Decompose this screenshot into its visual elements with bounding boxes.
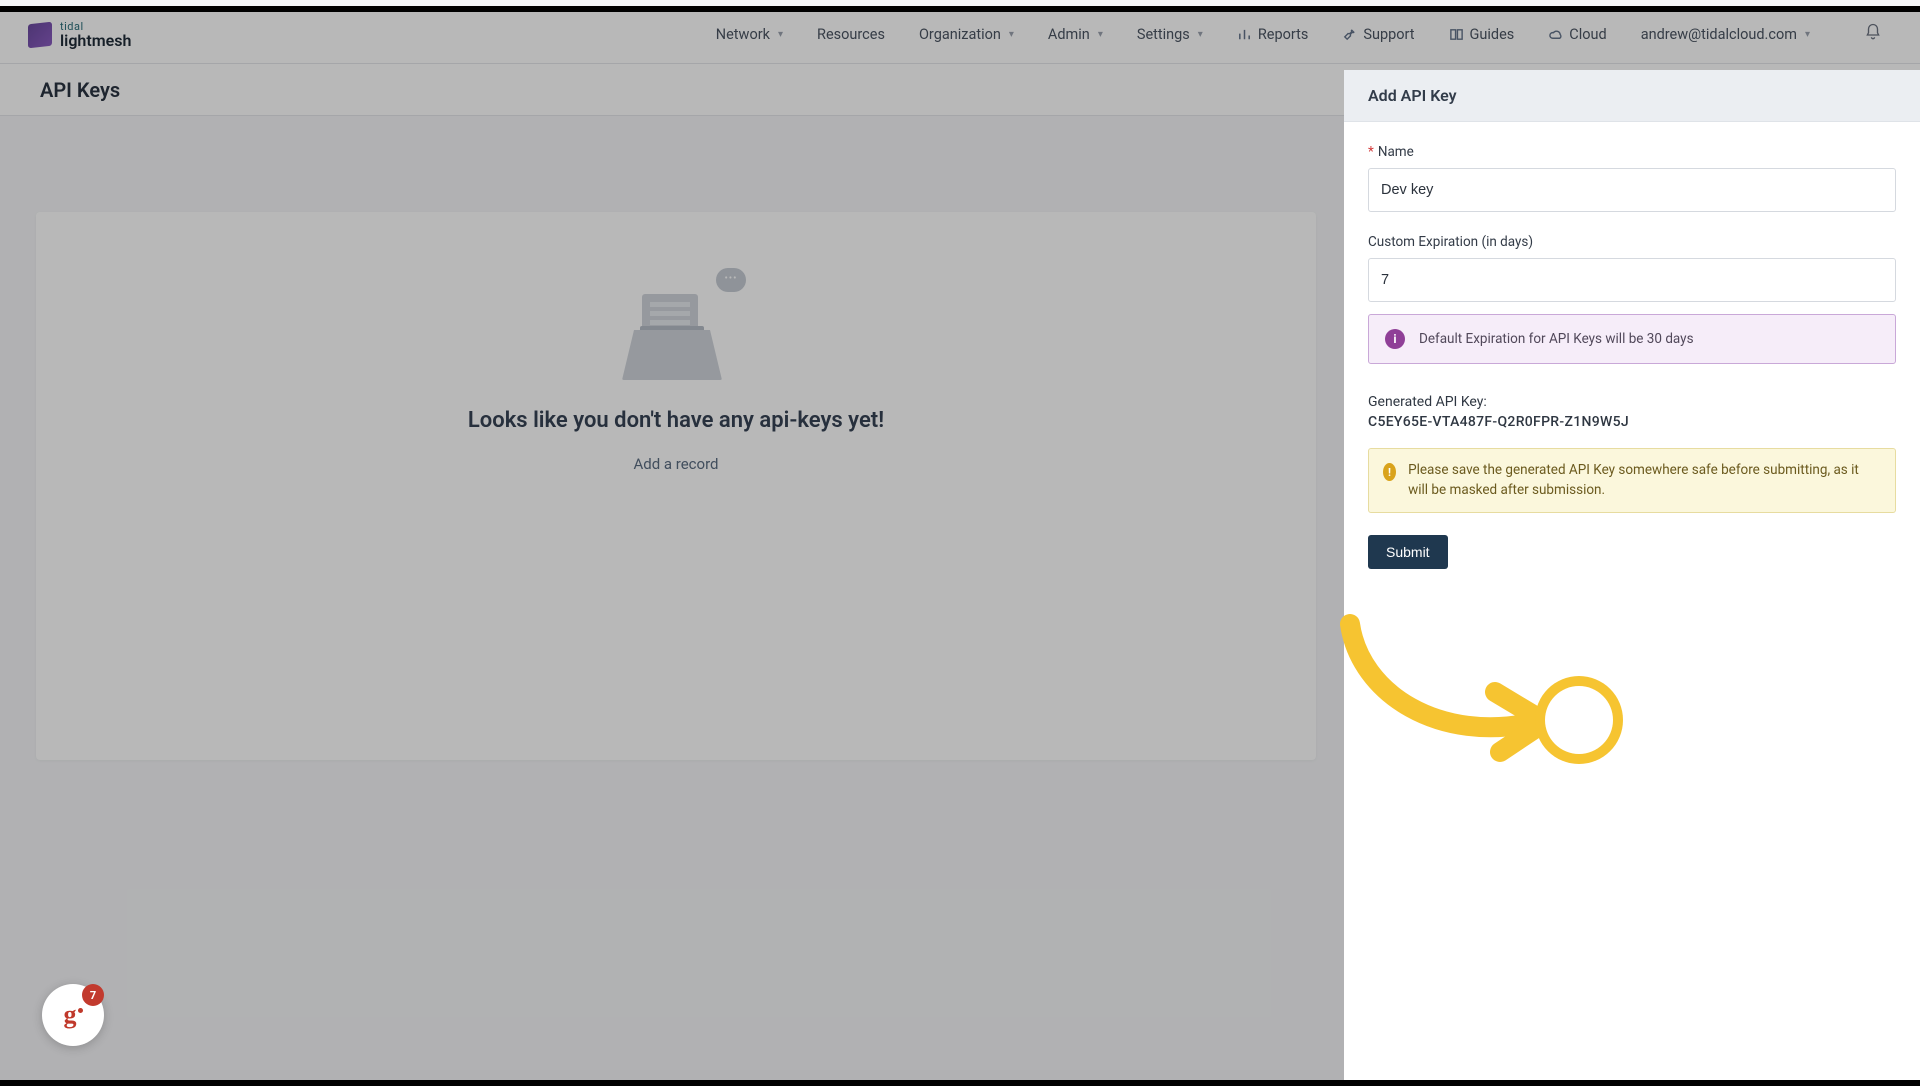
page-title: API Keys xyxy=(40,78,120,102)
nav-network-label: Network xyxy=(716,26,770,43)
save-key-warning-alert: ! Please save the generated API Key some… xyxy=(1368,448,1896,513)
nav-reports[interactable]: Reports xyxy=(1237,26,1309,43)
brand-logo[interactable]: tidal lightmesh xyxy=(28,21,131,49)
brand-name-bottom: lightmesh xyxy=(60,33,131,49)
add-record-link[interactable]: Add a record xyxy=(633,455,718,473)
topbar: tidal lightmesh Network ▾ Resources Orga… xyxy=(0,6,1920,64)
nav-settings[interactable]: Settings ▾ xyxy=(1137,26,1203,43)
speech-bubble-icon xyxy=(716,268,746,292)
guru-logo-icon: g xyxy=(64,1000,83,1030)
annotation-highlight-dot xyxy=(1545,686,1613,754)
guru-notification-badge: 7 xyxy=(82,984,104,1006)
info-icon: i xyxy=(1385,329,1405,349)
chevron-down-icon: ▾ xyxy=(778,29,783,40)
user-email: andrew@tidalcloud.com xyxy=(1641,26,1797,43)
nav-cloud-label: Cloud xyxy=(1569,26,1606,43)
generated-key-label: Generated API Key: xyxy=(1368,394,1896,410)
nav-organization-label: Organization xyxy=(919,26,1001,43)
notifications-bell-icon[interactable] xyxy=(1864,23,1882,46)
guru-help-launcher[interactable]: g 7 xyxy=(42,984,104,1046)
nav-resources[interactable]: Resources xyxy=(817,26,885,43)
expiration-info-alert: i Default Expiration for API Keys will b… xyxy=(1368,314,1896,364)
empty-state-illustration xyxy=(616,266,736,386)
empty-state-headline: Looks like you don't have any api-keys y… xyxy=(468,408,884,433)
window-top-border xyxy=(0,6,1920,12)
chevron-down-icon: ▾ xyxy=(1009,29,1014,40)
chevron-down-icon: ▾ xyxy=(1098,29,1103,40)
nav-support[interactable]: Support xyxy=(1342,26,1414,43)
empty-state-card: Looks like you don't have any api-keys y… xyxy=(36,212,1316,760)
chevron-down-icon: ▾ xyxy=(1198,29,1203,40)
name-label: Name xyxy=(1378,144,1414,160)
nav-admin-label: Admin xyxy=(1048,26,1090,43)
nav-reports-label: Reports xyxy=(1258,26,1309,43)
expiration-input[interactable] xyxy=(1368,258,1896,302)
expiration-info-text: Default Expiration for API Keys will be … xyxy=(1419,331,1694,347)
drawer-body: * Name Custom Expiration (in days) i Def… xyxy=(1344,122,1920,591)
drawer-header: Add API Key xyxy=(1344,70,1920,122)
expiration-label: Custom Expiration (in days) xyxy=(1368,234,1533,250)
nav-network[interactable]: Network ▾ xyxy=(716,26,783,43)
brand-logo-icon xyxy=(28,21,52,48)
add-api-key-drawer: Add API Key * Name Custom Expiration (in… xyxy=(1344,70,1920,1080)
drawer-title: Add API Key xyxy=(1368,86,1457,105)
name-input[interactable] xyxy=(1368,168,1896,212)
warning-icon: ! xyxy=(1383,463,1396,481)
book-icon xyxy=(1449,27,1464,42)
nav-resources-label: Resources xyxy=(817,26,885,43)
nav-settings-label: Settings xyxy=(1137,26,1190,43)
cloud-icon xyxy=(1548,27,1563,42)
required-asterisk: * xyxy=(1368,144,1374,160)
expiration-label-row: Custom Expiration (in days) xyxy=(1368,234,1896,250)
nav-organization[interactable]: Organization ▾ xyxy=(919,26,1014,43)
submit-button[interactable]: Submit xyxy=(1368,535,1448,569)
chevron-down-icon: ▾ xyxy=(1805,29,1810,40)
save-key-warning-text: Please save the generated API Key somewh… xyxy=(1408,461,1881,500)
primary-nav: Network ▾ Resources Organization ▾ Admin… xyxy=(716,23,1892,46)
brand-logo-text: tidal lightmesh xyxy=(60,21,131,49)
nav-guides[interactable]: Guides xyxy=(1449,26,1515,43)
window-bottom-border xyxy=(0,1080,1920,1086)
nav-user-menu[interactable]: andrew@tidalcloud.com ▾ xyxy=(1641,26,1810,43)
inbox-tray-icon xyxy=(622,330,722,380)
nav-cloud[interactable]: Cloud xyxy=(1548,26,1606,43)
nav-admin[interactable]: Admin ▾ xyxy=(1048,26,1103,43)
nav-support-label: Support xyxy=(1363,26,1414,43)
field-expiration: Custom Expiration (in days) i Default Ex… xyxy=(1368,234,1896,364)
generated-key-value: C5EY65E-VTA487F-Q2R0FPR-Z1N9W5J xyxy=(1368,414,1896,430)
name-label-row: * Name xyxy=(1368,144,1896,160)
wrench-icon xyxy=(1342,27,1357,42)
bar-chart-icon xyxy=(1237,27,1252,42)
nav-guides-label: Guides xyxy=(1470,26,1515,43)
brand-name-top: tidal xyxy=(60,21,131,32)
field-name: * Name xyxy=(1368,144,1896,212)
